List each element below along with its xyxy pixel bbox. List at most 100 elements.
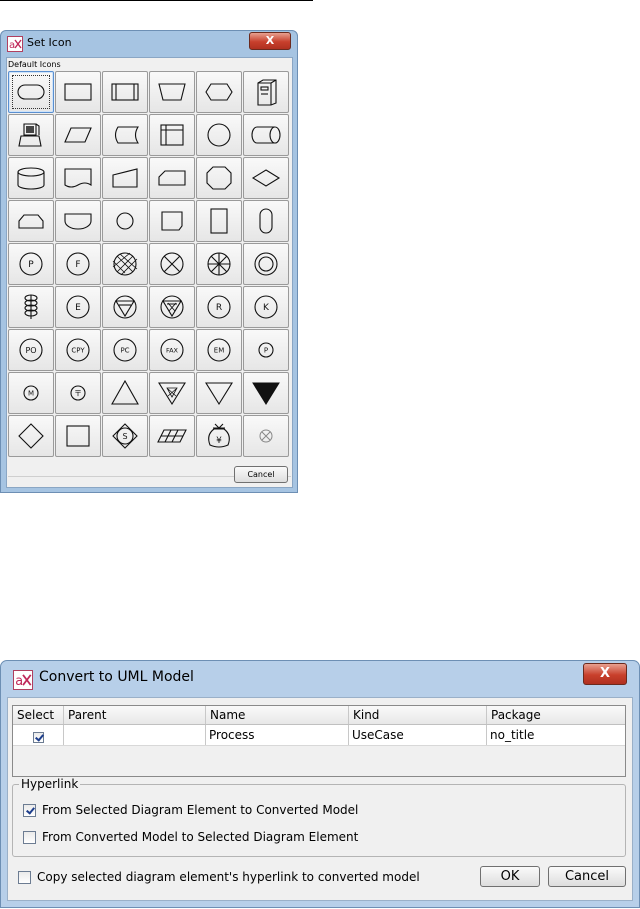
ok-button[interactable]: OK	[480, 866, 540, 887]
icon-button-preparation[interactable]	[196, 71, 242, 113]
icon-button-circle-dollar[interactable]: S	[102, 415, 148, 457]
icon-button-manual-input[interactable]	[102, 157, 148, 199]
cancel-button[interactable]: Cancel	[548, 866, 626, 887]
circle-triangle-x-icon	[155, 292, 189, 322]
set-icon-title-bar[interactable]: a Set Icon X	[1, 31, 297, 57]
cancel-button[interactable]: Cancel	[234, 466, 288, 483]
icon-button-circle-em[interactable]: EM	[196, 329, 242, 371]
circle-star-icon	[202, 249, 236, 279]
table-row[interactable]: Process UseCase no_title	[13, 725, 625, 746]
circle-triangle-icon	[108, 292, 142, 322]
icon-button-display[interactable]	[55, 200, 101, 242]
row-select-checkbox[interactable]	[33, 732, 44, 743]
svg-text:S: S	[122, 432, 127, 441]
icon-button-small-circle-m[interactable]: M	[8, 372, 54, 414]
column-header-select[interactable]: Select	[13, 706, 64, 724]
icon-button-decision[interactable]	[243, 157, 289, 199]
package-cell[interactable]: no_title	[487, 725, 625, 745]
column-header-package[interactable]: Package	[487, 706, 625, 724]
icon-button-small-circle-p[interactable]: P	[243, 329, 289, 371]
select-cell[interactable]	[13, 725, 64, 745]
icon-button-octagon[interactable]	[196, 157, 242, 199]
stacked-coil-icon	[14, 292, 48, 322]
icon-button-server[interactable]	[243, 71, 289, 113]
icon-button-double-circle[interactable]	[243, 243, 289, 285]
copy-hyperlink-option[interactable]: Copy selected diagram element's hyperlin…	[18, 870, 420, 884]
small-circle-m-icon: M	[14, 378, 48, 408]
icon-button-process[interactable]	[55, 71, 101, 113]
icon-button-circle-pc[interactable]: PC	[102, 329, 148, 371]
icon-button-rectangle[interactable]	[196, 200, 242, 242]
icon-button-circle-triangle-x[interactable]	[149, 286, 195, 328]
column-header-kind[interactable]: Kind	[349, 706, 487, 724]
icon-button-circle-po[interactable]: PO	[8, 329, 54, 371]
icon-button-grid-plate[interactable]	[149, 415, 195, 457]
icon-button-computer[interactable]	[8, 114, 54, 156]
icon-button-loop-limit[interactable]	[8, 200, 54, 242]
icon-button-triangle-down-filled[interactable]	[243, 372, 289, 414]
icon-button-circle-x[interactable]	[149, 243, 195, 285]
icon-button-database[interactable]	[8, 157, 54, 199]
column-header-name[interactable]: Name	[206, 706, 349, 724]
circle-k-icon: K	[249, 292, 283, 322]
icon-button-triangle-down-x[interactable]	[149, 372, 195, 414]
name-cell[interactable]: Process	[206, 725, 349, 745]
icon-button-small-circle-x[interactable]	[243, 415, 289, 457]
direct-access-storage-icon	[249, 120, 283, 150]
option-converted-to-selected[interactable]: From Converted Model to Selected Diagram…	[23, 830, 358, 844]
icon-button-circle-e[interactable]: E	[55, 286, 101, 328]
copy-hyperlink-checkbox[interactable]	[18, 870, 31, 884]
circle-fax-icon: FAX	[155, 335, 189, 365]
icon-button-circle-f[interactable]: F	[55, 243, 101, 285]
icon-button-circle-k[interactable]: K	[243, 286, 289, 328]
icon-button-manual-operation[interactable]	[149, 71, 195, 113]
icon-button-direct-access-storage[interactable]	[243, 114, 289, 156]
icon-button-circle-r[interactable]: R	[196, 286, 242, 328]
option-checkbox[interactable]	[23, 803, 36, 817]
display-icon	[61, 206, 95, 236]
icon-button-data[interactable]	[55, 114, 101, 156]
column-header-parent[interactable]: Parent	[64, 706, 206, 724]
icon-button-triangle-down[interactable]	[196, 372, 242, 414]
icon-button-terminator[interactable]	[8, 71, 54, 113]
icon-button-circle-fax[interactable]: FAX	[149, 329, 195, 371]
icon-button-square[interactable]	[55, 415, 101, 457]
svg-text:¥: ¥	[216, 436, 222, 446]
icon-button-small-circle[interactable]	[102, 200, 148, 242]
icon-button-document[interactable]	[55, 157, 101, 199]
square-icon	[61, 421, 95, 451]
parent-cell[interactable]	[64, 725, 206, 745]
svg-text:PC: PC	[120, 347, 129, 355]
icon-button-circle-cpy[interactable]: CPY	[55, 329, 101, 371]
convert-title-bar[interactable]: a Convert to UML Model X	[1, 661, 639, 697]
icon-button-circle-p[interactable]: P	[8, 243, 54, 285]
icon-button-circle-hatched-x[interactable]	[102, 243, 148, 285]
icon-button-internal-storage[interactable]	[149, 114, 195, 156]
icon-button-circle-triangle[interactable]	[102, 286, 148, 328]
icon-button-card[interactable]	[149, 157, 195, 199]
octagon-icon	[202, 163, 236, 193]
icon-button-triangle-up[interactable]	[102, 372, 148, 414]
circle-pc-icon: PC	[108, 335, 142, 365]
option-selected-to-converted[interactable]: From Selected Diagram Element to Convert…	[23, 803, 358, 817]
icon-button-circle-star[interactable]	[196, 243, 242, 285]
icon-button-diamond[interactable]	[8, 415, 54, 457]
icon-button-stored-data[interactable]	[102, 114, 148, 156]
option-checkbox[interactable]	[23, 830, 36, 844]
icon-button-small-circle-postal[interactable]: 〒	[55, 372, 101, 414]
circle-r-icon: R	[202, 292, 236, 322]
icon-button-capsule[interactable]	[243, 200, 289, 242]
icon-button-circle[interactable]	[196, 114, 242, 156]
icon-button-money-bag-yen[interactable]: ¥	[196, 415, 242, 457]
icon-button-punched-card[interactable]	[149, 200, 195, 242]
circle-em-icon: EM	[202, 335, 236, 365]
close-button[interactable]: X	[583, 663, 627, 685]
circle-cpy-icon: CPY	[61, 335, 95, 365]
svg-text:FAX: FAX	[166, 346, 179, 354]
icon-button-stacked-coil[interactable]	[8, 286, 54, 328]
close-button[interactable]: X	[249, 32, 291, 50]
card-icon	[155, 163, 189, 193]
circle-hatched-x-icon	[108, 249, 142, 279]
kind-cell[interactable]: UseCase	[349, 725, 487, 745]
icon-button-predefined-process[interactable]	[102, 71, 148, 113]
